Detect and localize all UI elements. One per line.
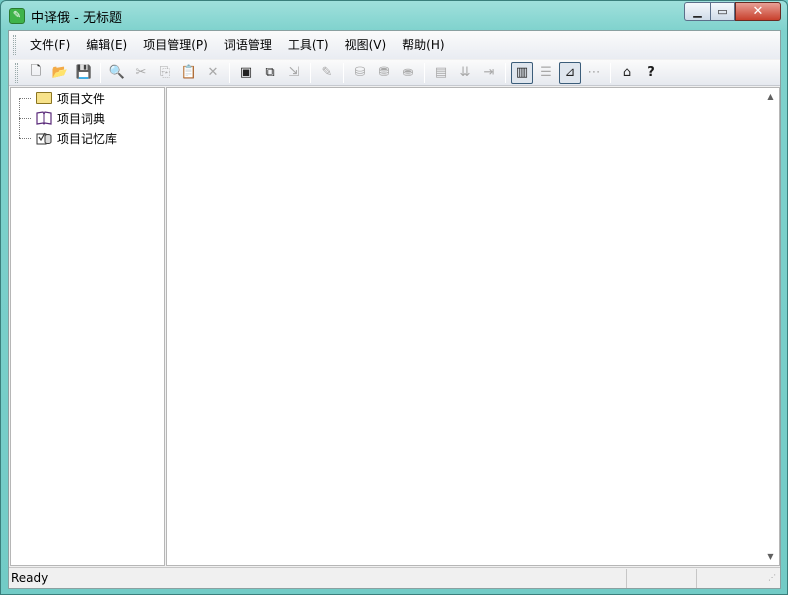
window-title: 中译俄 - 无标题 (31, 11, 122, 26)
status-text: Ready (11, 571, 49, 585)
view-tree-icon[interactable]: ▥ (511, 61, 533, 84)
menu-file[interactable]: 文件(F) (22, 31, 78, 59)
tree-item-label: 项目记忆库 (57, 131, 118, 146)
scroll-up-icon[interactable]: ▲ (762, 88, 779, 105)
toolbar-separator (310, 62, 311, 83)
new-icon[interactable]: 🗋 (25, 62, 47, 84)
resize-grip-icon[interactable]: ⋰ (768, 573, 778, 583)
toolbar-grip[interactable] (15, 62, 18, 83)
view-flow-icon[interactable]: ⋯ (583, 62, 605, 84)
find-icon[interactable]: 🔍 (106, 62, 128, 84)
tree-item-project-files[interactable]: 项目文件 (19, 89, 105, 107)
edit-icon[interactable]: ✎ (316, 62, 338, 84)
db-paste-icon[interactable]: ⛂ (397, 62, 419, 84)
app-window: ✎ 中译俄 - 无标题 ▁ ▭ ✕ 文件(F) 编辑(E) 项目管理(P) 词语… (0, 0, 788, 595)
book-icon (35, 111, 53, 125)
toolbar-separator (343, 62, 344, 83)
cut-icon[interactable]: ✂ (130, 62, 152, 84)
memory-icon (35, 131, 53, 145)
toolbar-separator (505, 62, 506, 83)
delete-icon[interactable]: ✕ (202, 62, 224, 84)
maximize-button[interactable]: ▭ (710, 2, 735, 21)
menubar-grip[interactable] (13, 35, 16, 55)
toolbar-separator (229, 62, 230, 83)
scroll-down-icon[interactable]: ▼ (762, 548, 779, 565)
dict-app-icon[interactable]: ✎ (9, 8, 25, 24)
tree-item-project-memory[interactable]: 项目记忆库 (19, 129, 117, 147)
db-export-icon[interactable]: ⇥ (478, 62, 500, 84)
open-folder-icon[interactable]: 📂 (49, 62, 71, 84)
menu-terms[interactable]: 词语管理 (216, 31, 280, 59)
project-tree[interactable]: 项目文件 项目词典 项目记忆库 (10, 87, 165, 566)
tree-item-label: 项目词典 (57, 111, 106, 126)
menu-bar: 文件(F) 编辑(E) 项目管理(P) 词语管理 工具(T) 视图(V) 帮助(… (9, 31, 780, 59)
menu-help[interactable]: 帮助(H) (394, 31, 452, 59)
status-pane (626, 568, 696, 588)
vertical-scrollbar[interactable]: ▲ ▼ (762, 88, 779, 565)
save-icon[interactable]: 💾 (73, 62, 95, 84)
database-icon[interactable]: ▤ (430, 62, 452, 84)
toolbar-separator (610, 62, 611, 83)
tree-item-label: 项目文件 (57, 91, 106, 106)
document-view[interactable]: ▲ ▼ (166, 87, 780, 566)
menu-project[interactable]: 项目管理(P) (135, 31, 216, 59)
toolbar-separator (100, 62, 101, 83)
view-list-icon[interactable]: ☰ (535, 62, 557, 84)
close-button[interactable]: ✕ (735, 2, 781, 21)
db-edit-icon[interactable]: ⛃ (373, 62, 395, 84)
client-area: 文件(F) 编辑(E) 项目管理(P) 词语管理 工具(T) 视图(V) 帮助(… (8, 30, 781, 589)
menu-view[interactable]: 视图(V) (337, 31, 395, 59)
tree-connector (19, 137, 31, 139)
status-pane (696, 568, 766, 588)
window-controls: ▁ ▭ ✕ (684, 2, 781, 21)
export-icon[interactable]: ⇲ (283, 62, 305, 84)
copy-project-icon[interactable]: ⧉ (259, 62, 281, 84)
minimize-button[interactable]: ▁ (684, 2, 710, 21)
paste-icon[interactable]: 📋 (178, 62, 200, 84)
toolbar-separator (424, 62, 425, 83)
view-split-icon[interactable]: ⊿ (559, 61, 581, 84)
toolbar: 🗋 📂 💾 🔍 ✂ ⎘ 📋 ✕ ▣ ⧉ ⇲ ✎ ⛁ ⛃ ⛂ ▤ ⇊ ⇥ ▥ ☰ (9, 60, 780, 86)
db-import-icon[interactable]: ⇊ (454, 62, 476, 84)
db-add-icon[interactable]: ⛁ (349, 62, 371, 84)
tree-connector (19, 97, 31, 99)
help-icon[interactable]: ? (640, 62, 662, 84)
menu-tools[interactable]: 工具(T) (280, 31, 337, 59)
folder-icon (35, 91, 53, 105)
tree-item-project-dictionary[interactable]: 项目词典 (19, 109, 105, 127)
copy-icon[interactable]: ⎘ (154, 62, 176, 84)
menu-edit[interactable]: 编辑(E) (78, 31, 135, 59)
home-icon[interactable]: ⌂ (616, 62, 638, 84)
add-project-icon[interactable]: ▣ (235, 62, 257, 84)
title-bar[interactable]: ✎ 中译俄 - 无标题 ▁ ▭ ✕ (1, 1, 787, 29)
status-bar: Ready ⋰ (9, 567, 780, 588)
tree-connector (19, 117, 31, 119)
